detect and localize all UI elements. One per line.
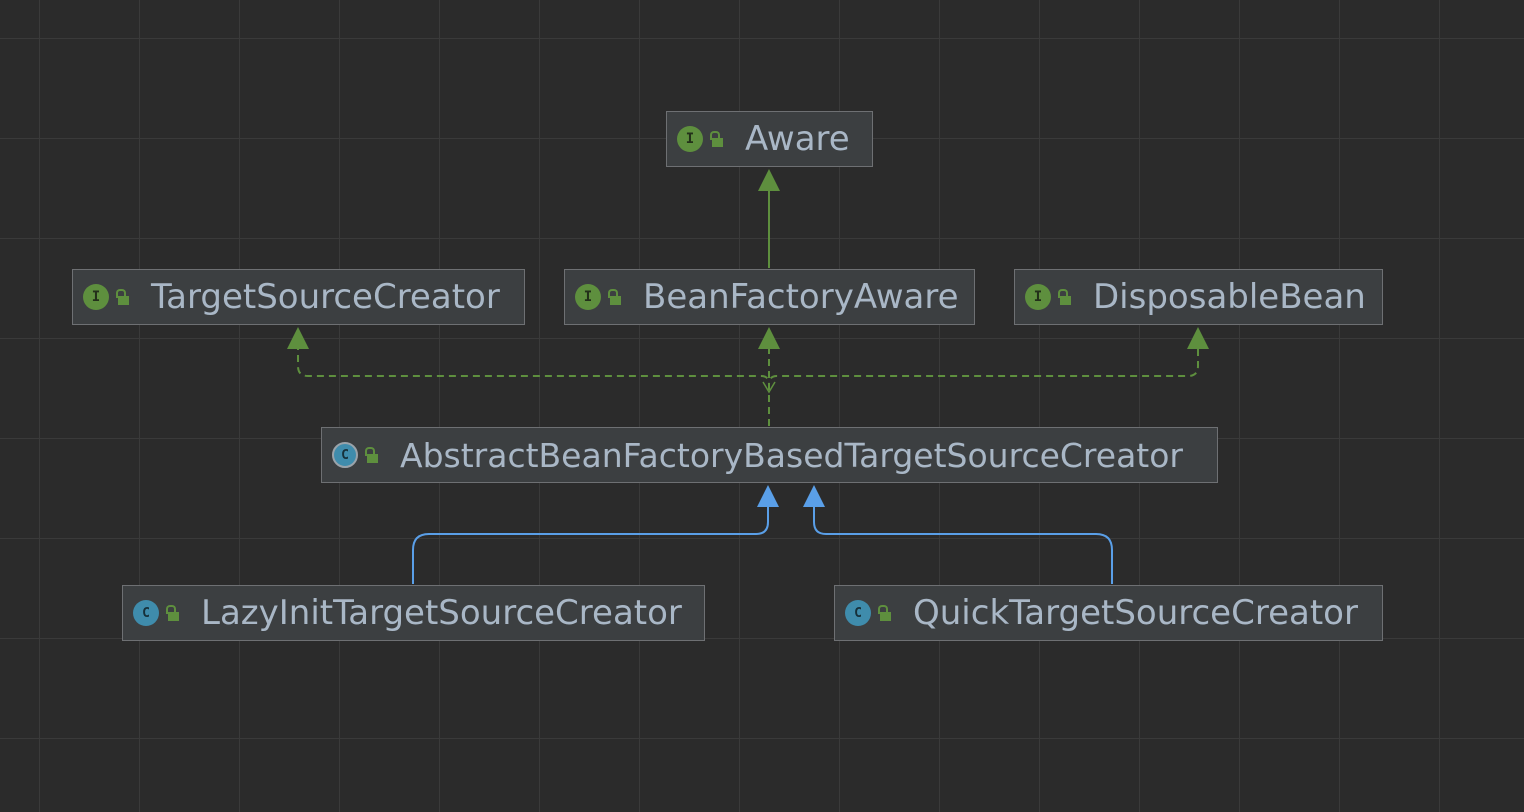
node-lazy-init-target-source-creator[interactable]: C LazyInitTargetSourceCreator <box>122 585 705 641</box>
node-disposable-bean[interactable]: I DisposableBean <box>1014 269 1383 325</box>
node-label: TargetSourceCreator <box>151 277 500 317</box>
edge-abstract-targetsourcecreator <box>287 327 770 426</box>
public-lock-icon <box>364 446 378 464</box>
node-aware[interactable]: I Aware <box>666 111 873 167</box>
interface-icon: I <box>1025 284 1051 310</box>
node-label: AbstractBeanFactoryBasedTargetSourceCrea… <box>400 435 1183 475</box>
edge-beanfactoryaware-aware <box>758 169 780 268</box>
node-label: BeanFactoryAware <box>643 277 959 317</box>
node-target-source-creator[interactable]: I TargetSourceCreator <box>72 269 525 325</box>
class-icon: C <box>133 600 159 626</box>
abstract-class-icon: C <box>332 442 358 468</box>
public-lock-icon <box>877 604 891 622</box>
node-label: QuickTargetSourceCreator <box>913 593 1358 633</box>
node-bean-factory-aware[interactable]: I BeanFactoryAware <box>564 269 975 325</box>
public-lock-icon <box>165 604 179 622</box>
edge-abstract-disposablebean <box>768 327 1209 426</box>
class-icon: C <box>845 600 871 626</box>
edge-quick-abstract <box>803 485 1113 584</box>
node-label: DisposableBean <box>1093 277 1366 317</box>
public-lock-icon <box>607 288 621 306</box>
class-diagram: I Aware I TargetSourceCreator I BeanFact… <box>0 0 1524 812</box>
interface-icon: I <box>83 284 109 310</box>
interface-icon: I <box>575 284 601 310</box>
public-lock-icon <box>1057 288 1071 306</box>
interface-icon: I <box>677 126 703 152</box>
node-abstract-bean-factory-based-target-source-creator[interactable]: C AbstractBeanFactoryBasedTargetSourceCr… <box>321 427 1218 483</box>
public-lock-icon <box>709 130 723 148</box>
public-lock-icon <box>115 288 129 306</box>
edge-lazyinit-abstract <box>412 485 779 584</box>
node-label: LazyInitTargetSourceCreator <box>201 593 682 633</box>
node-label: Aware <box>745 119 850 159</box>
node-quick-target-source-creator[interactable]: C QuickTargetSourceCreator <box>834 585 1383 641</box>
